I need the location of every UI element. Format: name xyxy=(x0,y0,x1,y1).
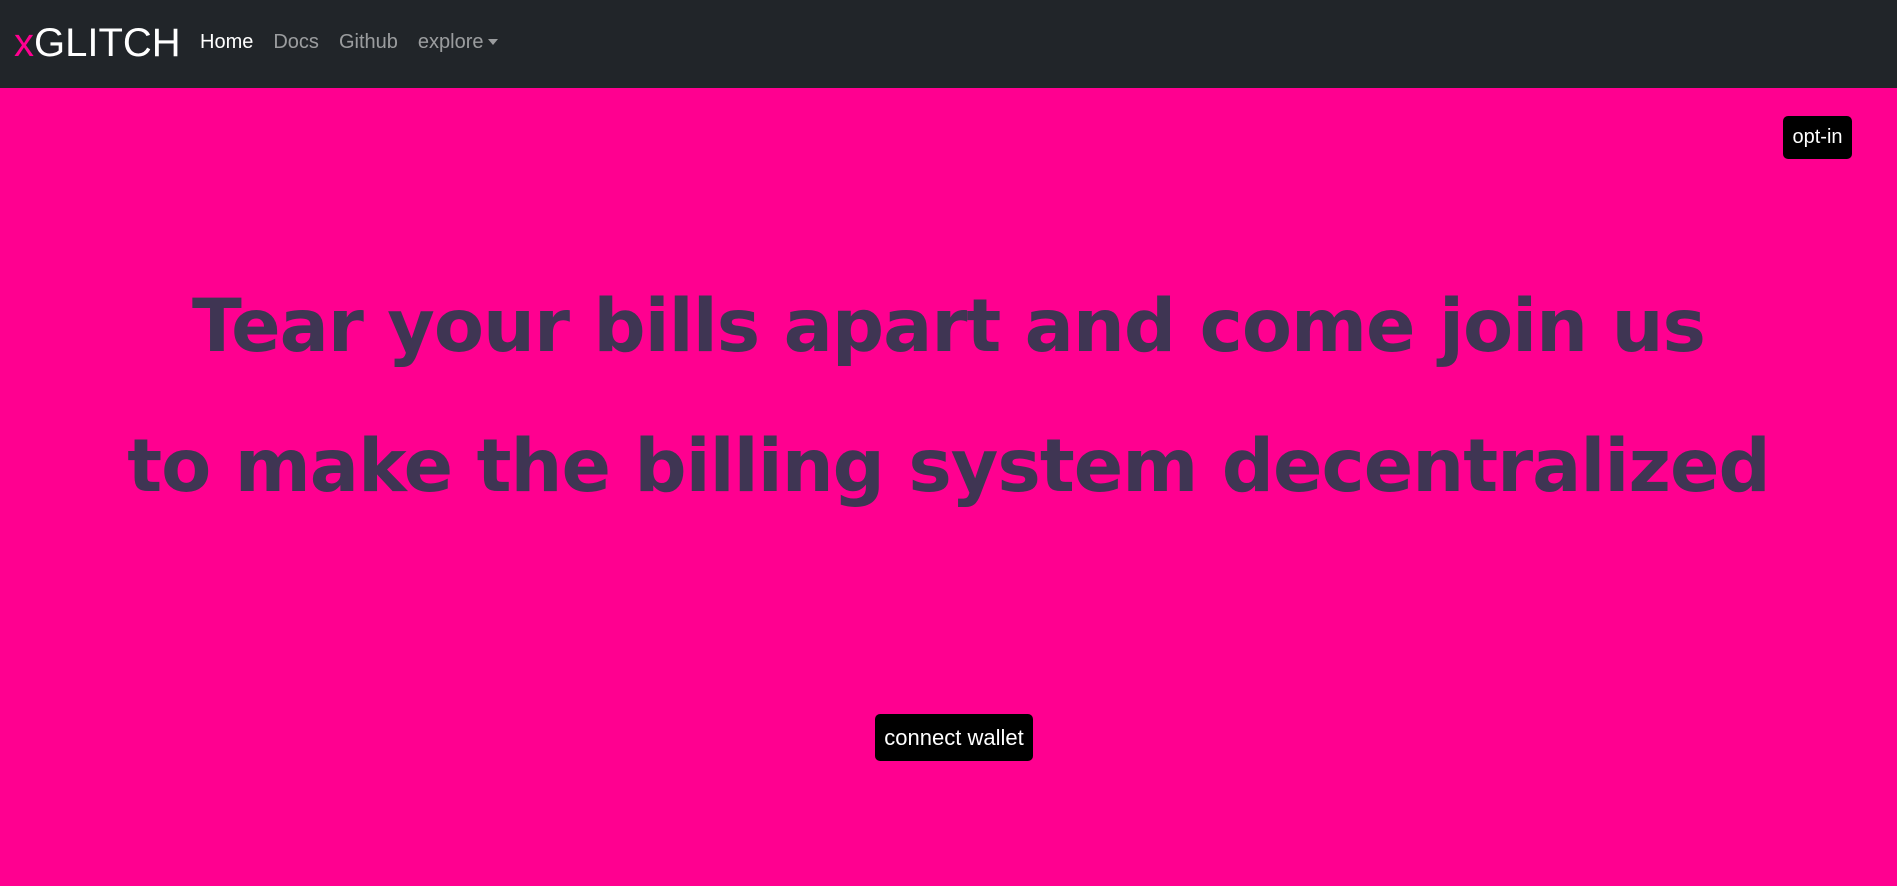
nav-dropdown-explore-label: explore xyxy=(417,30,484,53)
navbar: xGLITCH Home Docs Github explore xyxy=(0,0,1897,88)
connect-wallet-button[interactable]: connect wallet xyxy=(875,714,1033,761)
hero-headline-line-2: to make the billing system decentralized xyxy=(127,424,1770,509)
nav-links: Home Docs Github explore xyxy=(190,28,508,56)
brand-name: GLITCH xyxy=(34,21,181,65)
brand-logo[interactable]: xGLITCH xyxy=(14,18,181,68)
nav-link-docs[interactable]: Docs xyxy=(263,31,329,54)
nav-link-home[interactable]: Home xyxy=(190,31,263,54)
opt-in-button[interactable]: opt-in xyxy=(1783,116,1852,159)
hero-headline-line-1: Tear your bills apart and come join us xyxy=(191,284,1706,369)
nav-dropdown-explore[interactable]: explore xyxy=(408,31,509,54)
chevron-down-icon xyxy=(488,39,499,45)
brand-prefix: x xyxy=(14,21,34,65)
nav-link-github[interactable]: Github xyxy=(329,31,408,54)
